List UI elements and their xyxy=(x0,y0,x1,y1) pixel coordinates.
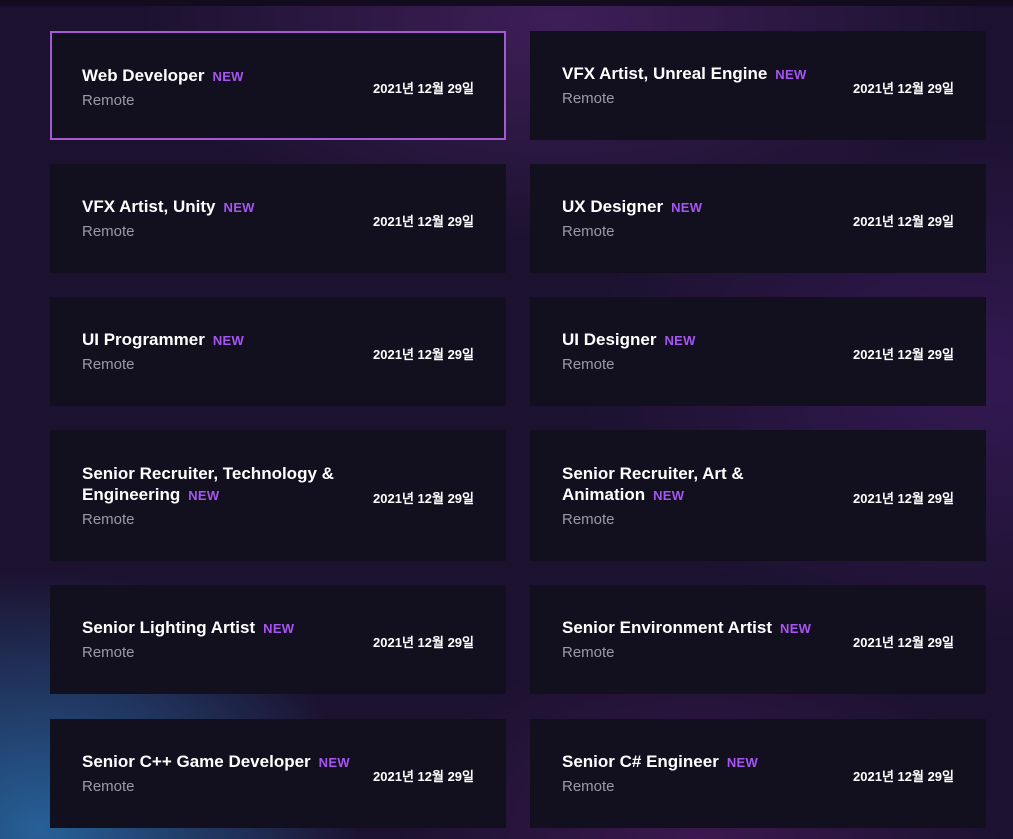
job-location: Remote xyxy=(82,223,135,240)
new-badge: NEW xyxy=(223,200,255,215)
job-date: 2021년 12월 29일 xyxy=(373,214,474,229)
job-card-senior-recruiter-art[interactable]: Senior Recruiter, Art & Animation NEW Rem… xyxy=(530,430,986,561)
job-location: Remote xyxy=(562,223,615,240)
job-title: Web Developer xyxy=(82,66,205,85)
job-location: Remote xyxy=(82,778,135,795)
job-title: UI Designer xyxy=(562,330,657,349)
new-badge: NEW xyxy=(664,333,696,348)
job-title-row: UX Designer NEW xyxy=(562,196,832,217)
new-badge: NEW xyxy=(263,621,295,636)
job-date: 2021년 12월 29일 xyxy=(853,81,954,96)
job-title: Senior Environment Artist xyxy=(562,618,773,637)
job-title: Senior C# Engineer xyxy=(562,752,719,771)
top-bar xyxy=(0,0,1013,6)
new-badge: NEW xyxy=(780,621,812,636)
job-date: 2021년 12월 29일 xyxy=(853,635,954,650)
job-location: Remote xyxy=(82,92,135,109)
job-card-senior-recruiter-tech[interactable]: Senior Recruiter, Technology & Engineeri… xyxy=(50,430,506,561)
job-title-row: VFX Artist, Unreal Engine NEW xyxy=(562,63,832,84)
job-location: Remote xyxy=(82,644,135,661)
job-card-senior-lighting-artist[interactable]: Senior Lighting Artist NEW Remote 2021년 1… xyxy=(50,585,506,694)
new-badge: NEW xyxy=(188,488,220,503)
new-badge: NEW xyxy=(653,488,685,503)
job-title: Senior C++ Game Developer xyxy=(82,752,311,771)
job-card-web-developer[interactable]: Web Developer NEW Remote 2021년 12월 29일 xyxy=(50,31,506,140)
job-date: 2021년 12월 29일 xyxy=(373,81,474,96)
job-title-row: Senior C++ Game Developer NEW xyxy=(82,751,352,772)
job-date: 2021년 12월 29일 xyxy=(853,347,954,362)
job-date: 2021년 12월 29일 xyxy=(853,769,954,784)
new-badge: NEW xyxy=(212,333,245,348)
job-location: Remote xyxy=(562,778,615,795)
job-date: 2021년 12월 29일 xyxy=(373,635,474,650)
job-title-row: Senior Recruiter, Technology & Engineeri… xyxy=(82,463,347,505)
job-card-vfx-artist-unity[interactable]: VFX Artist, Unity NEW Remote 2021년 12월 29… xyxy=(50,164,506,273)
job-date: 2021년 12월 29일 xyxy=(373,769,474,784)
new-badge: NEW xyxy=(318,755,350,770)
new-badge: NEW xyxy=(671,200,703,215)
job-title-row: Senior Recruiter, Art & Animation NEW xyxy=(562,463,762,505)
job-title: UI Programmer xyxy=(82,330,205,349)
job-card-senior-environment-artist[interactable]: Senior Environment Artist NEW Remote 2021… xyxy=(530,585,986,694)
job-title: VFX Artist, Unity xyxy=(82,197,216,216)
job-title-row: VFX Artist, Unity NEW xyxy=(82,196,352,217)
job-card-ux-designer[interactable]: UX Designer NEW Remote 2021년 12월 29일 xyxy=(530,164,986,273)
job-location: Remote xyxy=(562,356,615,373)
new-badge: NEW xyxy=(212,69,244,84)
job-title-row: Senior Lighting Artist NEW xyxy=(82,617,352,638)
job-card-senior-csharp-engineer[interactable]: Senior C# Engineer NEW Remote 2021년 12월 2… xyxy=(530,719,986,828)
job-title: UX Designer xyxy=(562,197,664,216)
job-location: Remote xyxy=(82,511,135,528)
job-location: Remote xyxy=(82,356,135,373)
job-title-row: Senior Environment Artist NEW xyxy=(562,617,832,638)
job-title-row: Web Developer NEW xyxy=(82,65,352,86)
new-badge: NEW xyxy=(775,67,807,82)
job-card-ui-designer[interactable]: UI Designer NEW Remote 2021년 12월 29일 xyxy=(530,297,986,406)
job-title: VFX Artist, Unreal Engine xyxy=(562,64,768,83)
job-title-row: UI Designer NEW xyxy=(562,329,832,350)
job-card-senior-cpp-game-developer[interactable]: Senior C++ Game Developer NEW Remote 2021… xyxy=(50,719,506,828)
job-location: Remote xyxy=(562,511,615,528)
job-card-vfx-artist-unreal[interactable]: VFX Artist, Unreal Engine NEW Remote 2021… xyxy=(530,31,986,140)
job-date: 2021년 12월 29일 xyxy=(373,347,474,362)
job-location: Remote xyxy=(562,90,615,107)
job-date: 2021년 12월 29일 xyxy=(373,491,474,506)
job-card-ui-programmer[interactable]: UI Programmer NEW Remote 2021년 12월 29일 xyxy=(50,297,506,406)
job-title: Senior Lighting Artist xyxy=(82,618,256,637)
job-date: 2021년 12월 29일 xyxy=(853,214,954,229)
new-badge: NEW xyxy=(726,755,759,770)
job-title-row: UI Programmer NEW xyxy=(82,329,352,350)
job-title-row: Senior C# Engineer NEW xyxy=(562,751,832,772)
job-location: Remote xyxy=(562,644,615,661)
job-date: 2021년 12월 29일 xyxy=(853,491,954,506)
